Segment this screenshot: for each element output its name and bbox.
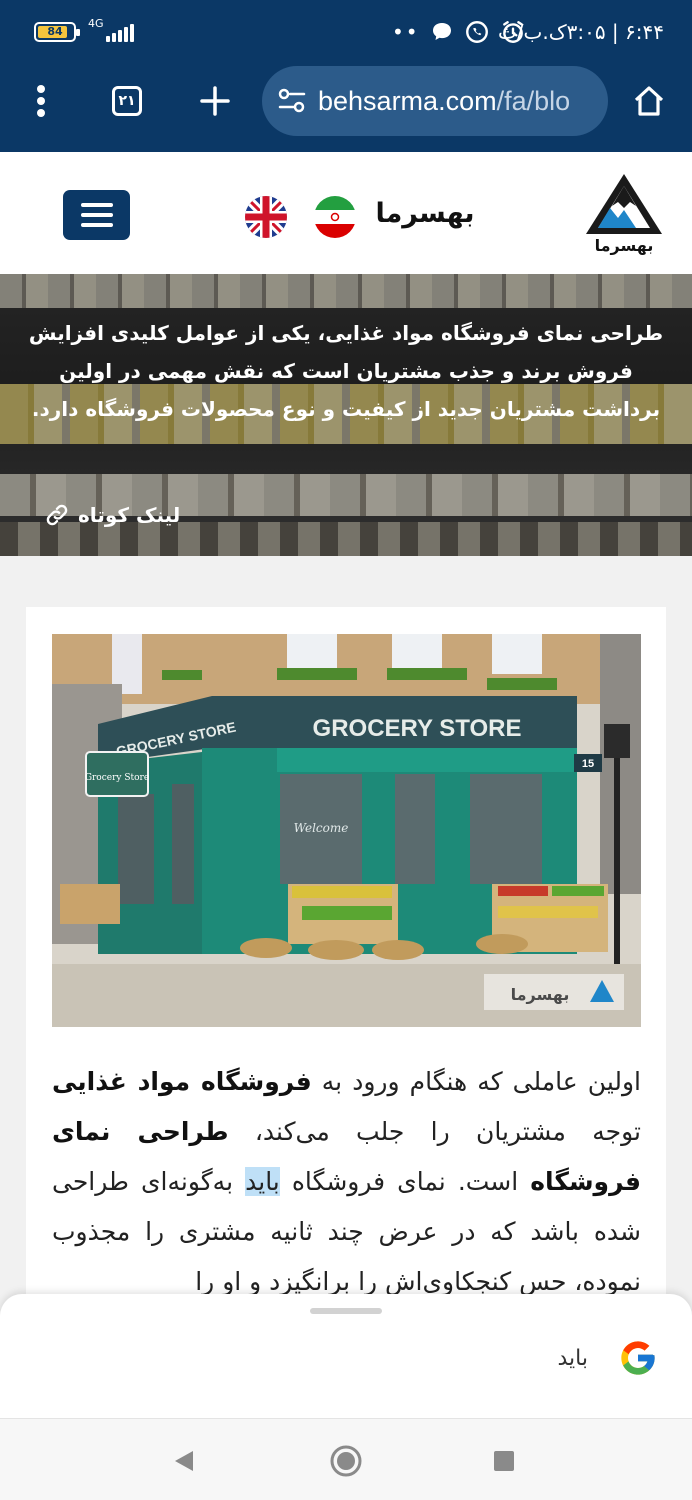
site-settings-icon[interactable] [278, 88, 306, 114]
home-icon[interactable] [624, 76, 674, 126]
url-path: /fa/blo [496, 85, 571, 116]
image-small-sign: Grocery Store [85, 773, 149, 783]
status-bar: 84 4G •• ۶:۴۴ | ۳:۰۵ک.ب/ث [0, 0, 692, 62]
article-card: GROCERY STORE GROCERY STORE Welcome Groc… [26, 607, 666, 1367]
battery-icon: 84 [34, 22, 80, 42]
chat-bubble-icon [432, 23, 451, 40]
sheet-drag-handle[interactable] [310, 1308, 382, 1314]
short-link-button[interactable]: لینک کوتاه [44, 502, 180, 528]
site-header: بهسرما بهسرما [0, 152, 692, 274]
search-bottom-sheet[interactable]: باید [0, 1294, 692, 1418]
selected-word[interactable]: باید [245, 1167, 280, 1196]
status-clock: ۶:۴۴ | ۳:۰۵ک.ب/ث [497, 20, 664, 44]
tab-count: ۲۱ [112, 86, 142, 116]
image-sign-main: GROCERY STORE [313, 715, 522, 742]
battery-level: 84 [47, 25, 63, 38]
grocery-store-image: GROCERY STORE GROCERY STORE Welcome Groc… [52, 634, 641, 1027]
image-watermark: بهسرما [511, 985, 570, 1004]
back-icon[interactable] [162, 1439, 206, 1483]
system-navigation-bar [0, 1418, 692, 1500]
whatsapp-icon [465, 21, 488, 43]
hero-banner: طراحی نمای فروشگاه مواد غذایی، یکی از عو… [0, 274, 692, 556]
dots-icon: •• [392, 20, 420, 44]
link-icon [46, 504, 68, 526]
article-body: اولین عاملی که هنگام ورود به فروشگاه موا… [52, 1057, 641, 1307]
google-icon [621, 1341, 655, 1375]
browser-chrome: 84 4G •• ۶:۴۴ | ۳:۰۵ک.ب/ث ۲۱ behsarma.co… [0, 0, 692, 152]
site-brand-name[interactable]: بهسرما [370, 198, 480, 229]
address-bar[interactable]: behsarma.com/fa/blo [262, 66, 608, 136]
short-link-label: لینک کوتاه [78, 503, 181, 527]
image-welcome-text: Welcome [294, 821, 349, 835]
logo-text: بهسرما [595, 236, 654, 255]
url-domain: behsarma.com [318, 85, 497, 116]
uk-flag-icon[interactable] [245, 196, 287, 238]
hero-text: طراحی نمای فروشگاه مواد غذایی، یکی از عو… [28, 321, 664, 421]
more-menu-icon[interactable] [16, 76, 66, 126]
keyword-grocery-store[interactable]: فروشگاه مواد غذایی [52, 1067, 312, 1096]
recents-icon[interactable] [482, 1439, 526, 1483]
url-text: behsarma.com/fa/blo [318, 86, 570, 117]
article-text-1: اولین عاملی که هنگام ورود به [311, 1067, 641, 1096]
article-text-3: است. نمای فروشگاه [279, 1167, 531, 1196]
site-logo[interactable]: بهسرما [584, 172, 664, 256]
new-tab-icon[interactable] [190, 76, 240, 126]
signal-icon [100, 22, 134, 42]
tab-switcher-icon[interactable]: ۲۱ [102, 76, 152, 126]
search-query-text: باید [557, 1346, 589, 1371]
article-text-2: توجه مشتریان را جلب می‌کند، [228, 1117, 641, 1146]
home-button-icon[interactable] [324, 1439, 368, 1483]
hamburger-menu-button[interactable] [63, 190, 130, 240]
image-number: 15 [582, 758, 594, 770]
iran-flag-icon[interactable] [314, 196, 356, 238]
